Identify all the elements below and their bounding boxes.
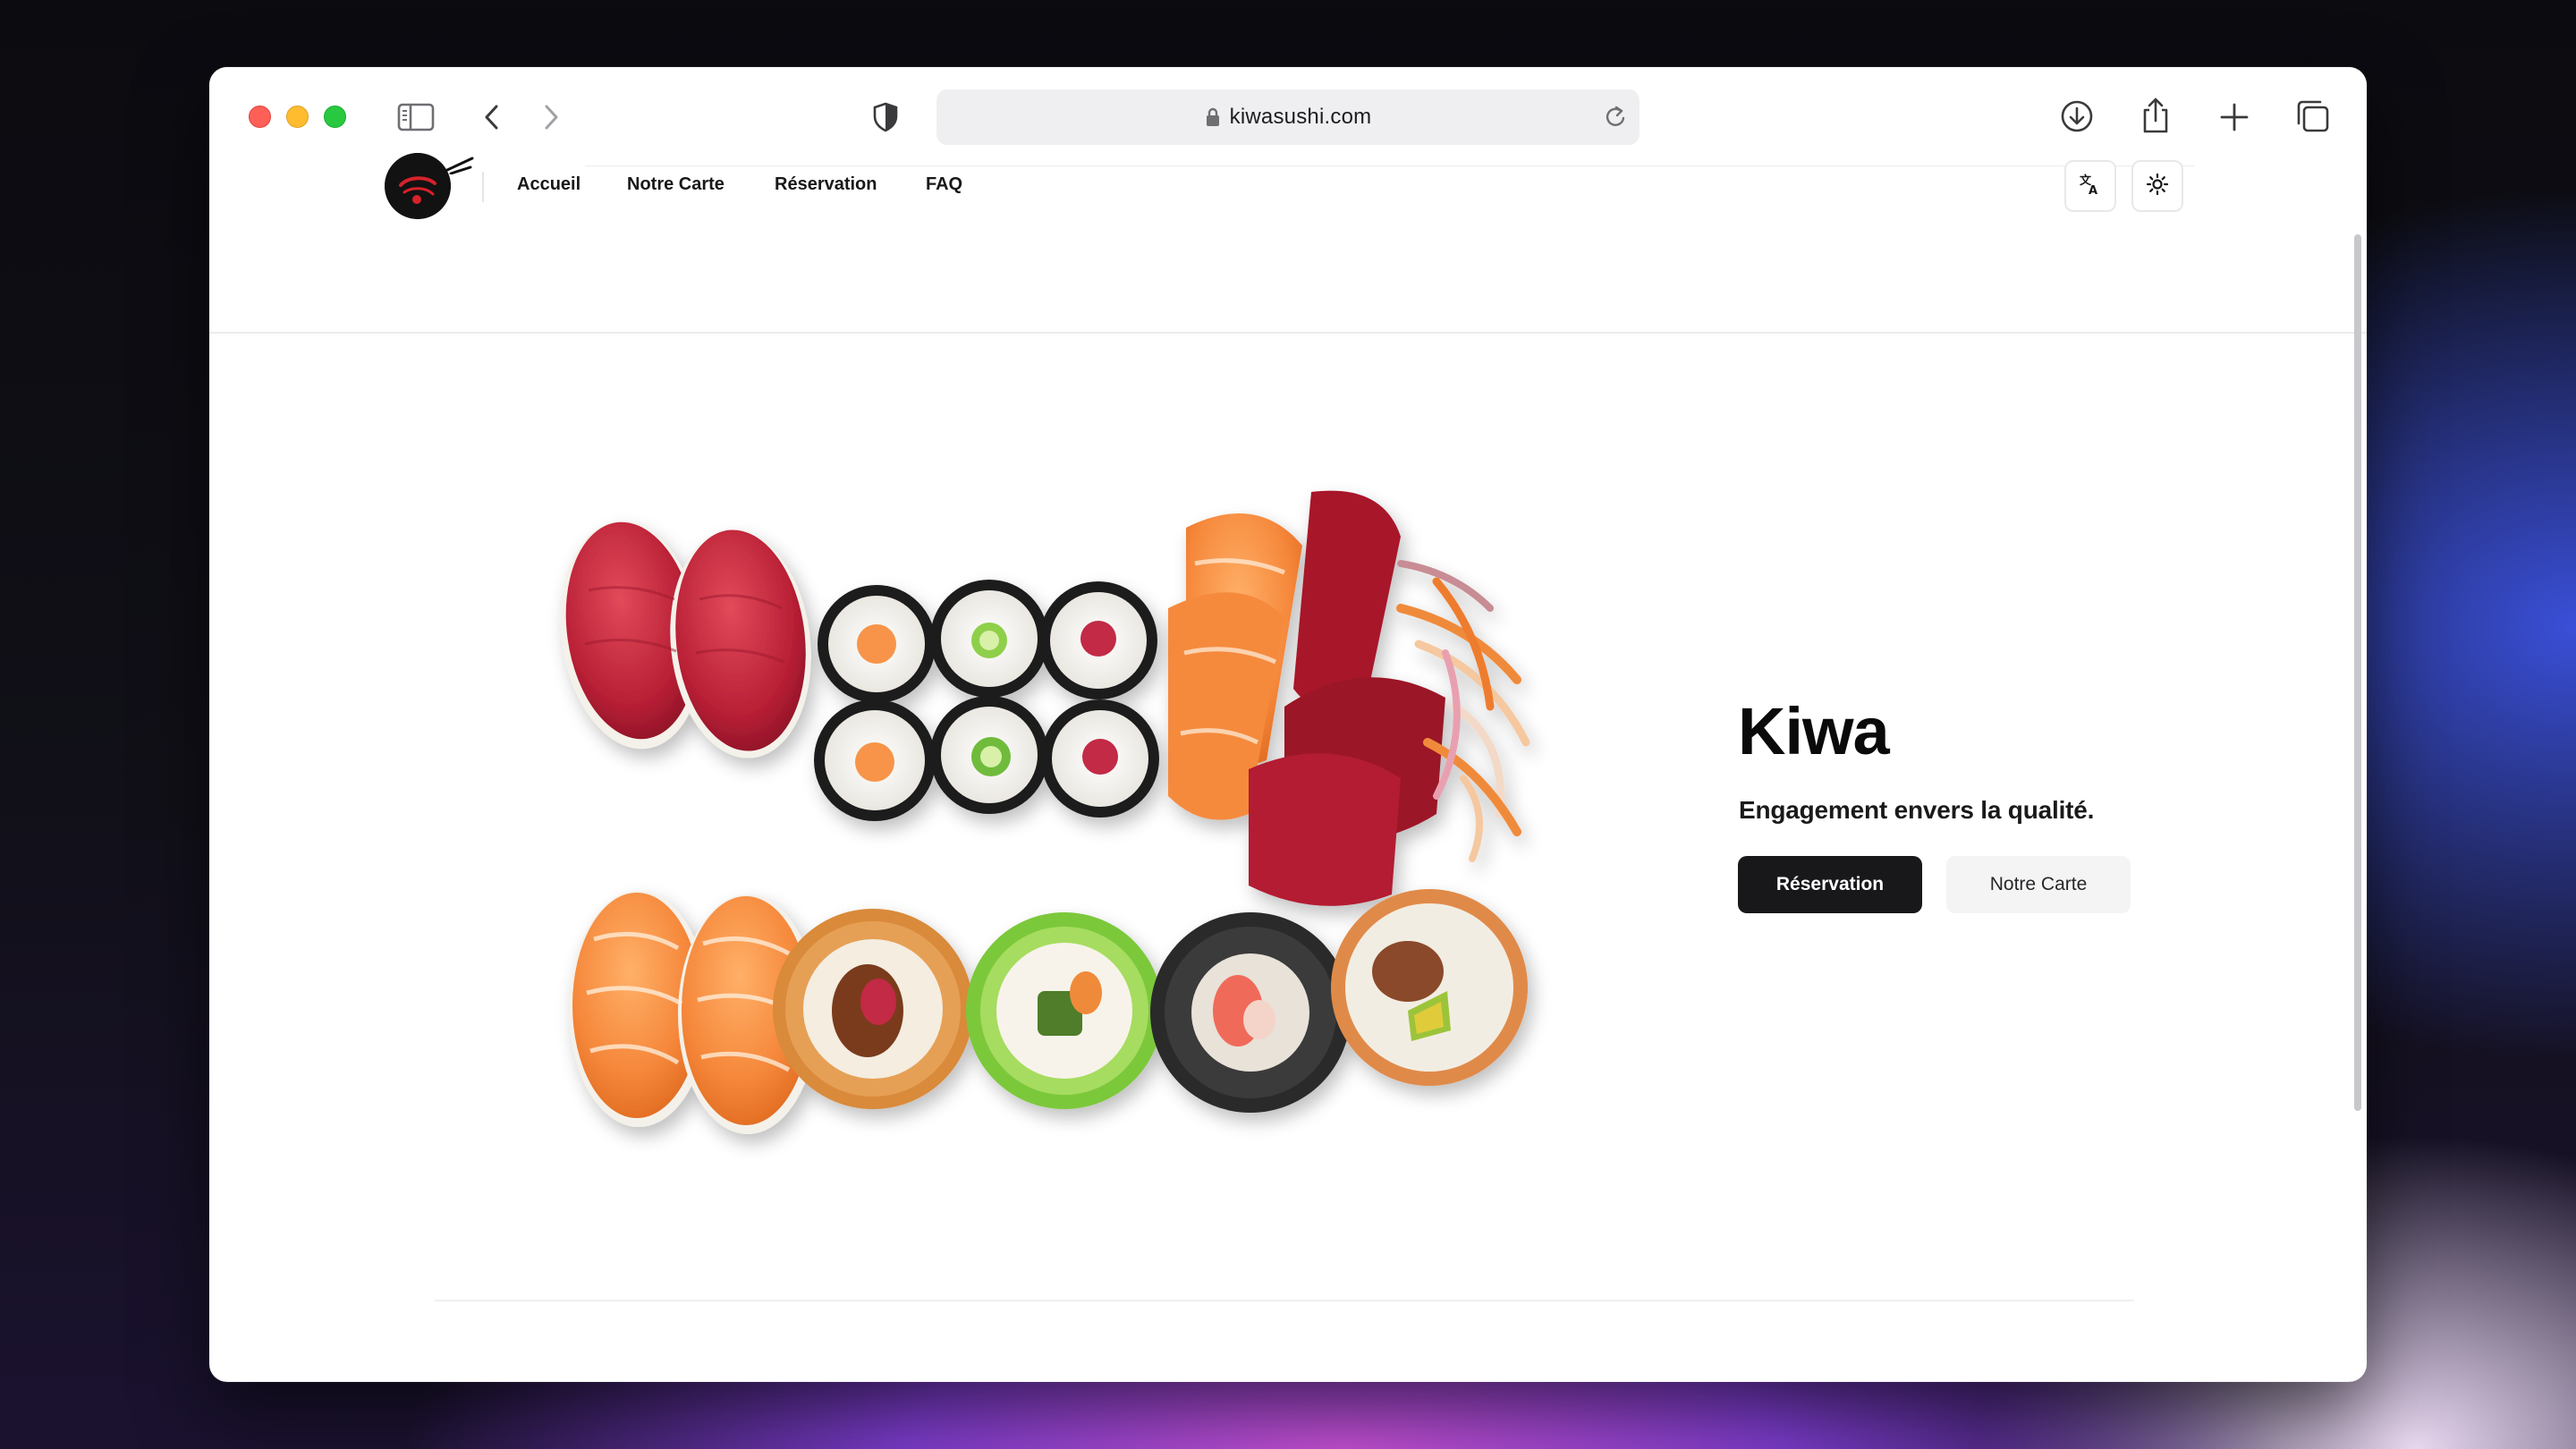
url-text: kiwasushi.com — [1229, 105, 1372, 129]
new-tab-icon[interactable] — [2216, 99, 2252, 135]
browser-window: kiwasushi.com Accueil Notre Carte Réserv… — [209, 67, 2367, 1382]
sushi-platter-image — [542, 474, 1866, 1203]
back-icon[interactable] — [478, 99, 504, 135]
lock-icon — [1205, 106, 1221, 128]
privacy-shield-icon[interactable] — [869, 99, 902, 135]
section-divider — [435, 1300, 2134, 1301]
nav-link-faq[interactable]: FAQ — [926, 174, 962, 195]
language-button[interactable]: 文 A — [2064, 160, 2116, 212]
forward-icon[interactable] — [538, 99, 565, 135]
nav-link-reservation[interactable]: Réservation — [775, 174, 877, 195]
scrollbar-thumb[interactable] — [2354, 234, 2361, 1111]
kiwa-logo[interactable] — [385, 153, 451, 219]
browser-toolbar: kiwasushi.com — [209, 67, 2367, 165]
translate-icon: 文 A — [2079, 173, 2102, 200]
reservation-button[interactable]: Réservation — [1738, 856, 1922, 913]
close-window-button[interactable] — [249, 106, 271, 128]
svg-text:A: A — [2089, 184, 2097, 196]
nav-link-notre-carte[interactable]: Notre Carte — [627, 174, 724, 195]
address-bar[interactable]: kiwasushi.com — [936, 89, 1640, 145]
page-scrollbar[interactable] — [2354, 167, 2363, 1330]
tab-overview-icon[interactable] — [2293, 97, 2333, 136]
reload-icon[interactable] — [1604, 104, 1629, 135]
sun-icon — [2146, 173, 2169, 200]
hero-title: Kiwa — [1738, 694, 1890, 768]
theme-toggle-button[interactable] — [2131, 160, 2183, 212]
share-icon[interactable] — [2138, 94, 2174, 137]
sidebar-icon[interactable] — [395, 99, 436, 135]
chopsticks-icon — [444, 157, 474, 179]
download-icon[interactable] — [2057, 97, 2097, 136]
minimize-window-button[interactable] — [286, 106, 309, 128]
nav-link-accueil[interactable]: Accueil — [517, 174, 580, 195]
zoom-window-button[interactable] — [324, 106, 346, 128]
hero-subtitle: Engagement envers la qualité. — [1739, 796, 2095, 824]
menu-button[interactable]: Notre Carte — [1946, 856, 2131, 913]
nav-separator — [482, 172, 484, 202]
